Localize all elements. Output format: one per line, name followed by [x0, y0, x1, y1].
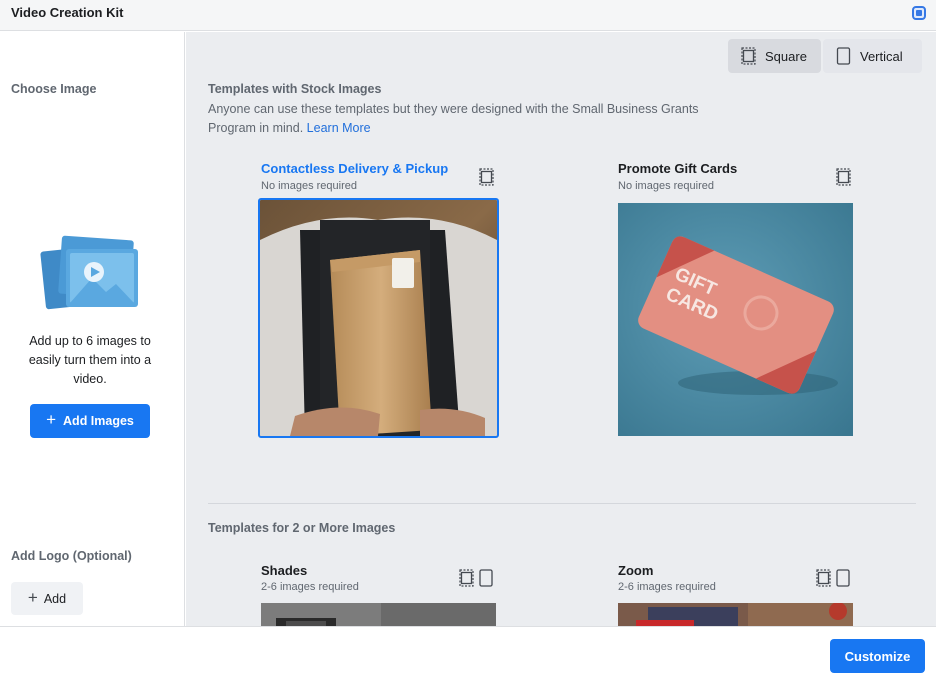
add-logo-button-label: Add	[43, 591, 67, 606]
window-title: Video Creation Kit	[11, 5, 124, 20]
customize-button[interactable]: Customize	[830, 639, 925, 673]
stock-templates-heading: Templates with Stock Images	[208, 82, 382, 96]
template-subtitle: No images required	[261, 180, 357, 192]
vertical-format-toggle[interactable]: Vertical	[823, 39, 922, 73]
template-title[interactable]: Shades	[261, 563, 307, 578]
zoom-photo	[618, 603, 853, 626]
template-title[interactable]: Contactless Delivery & Pickup	[261, 161, 448, 176]
plus-icon: +	[46, 410, 57, 429]
template-subtitle: No images required	[618, 180, 714, 192]
format-icons	[816, 569, 850, 587]
square-format-icon	[741, 47, 756, 65]
vertical-format-icon	[836, 569, 850, 587]
template-thumbnail-shades[interactable]	[261, 603, 496, 626]
add-logo-label: Add Logo (Optional)	[11, 549, 132, 563]
add-logo-button[interactable]: + Add	[11, 582, 83, 615]
square-format-icon	[816, 569, 831, 587]
format-icons	[459, 569, 493, 587]
template-thumbnail-zoom[interactable]	[618, 603, 853, 626]
multi-templates-heading: Templates for 2 or More Images	[208, 521, 396, 535]
square-format-icon	[836, 168, 851, 186]
square-format-icon	[479, 168, 494, 186]
plus-icon: +	[27, 587, 38, 607]
template-subtitle: 2-6 images required	[261, 581, 359, 593]
templates-panel: Square Vertical Templates with Stock Ima…	[186, 32, 936, 626]
template-thumbnail-gift-cards[interactable]: GIFT CARD	[618, 203, 853, 436]
sidebar: Choose Image Add up to 6 images to easil…	[0, 32, 185, 626]
vertical-format-icon	[479, 569, 493, 587]
shades-photo	[261, 603, 496, 626]
stock-templates-description: Anyone can use these templates but they …	[208, 100, 748, 138]
add-images-button[interactable]: + Add Images	[30, 404, 150, 438]
template-title[interactable]: Promote Gift Cards	[618, 161, 737, 176]
square-format-icon	[459, 569, 474, 587]
sidebar-help-text: Add up to 6 images to easily turn them i…	[28, 334, 152, 386]
vertical-label: Vertical	[860, 48, 903, 64]
section-divider	[208, 503, 916, 504]
choose-image-label: Choose Image	[11, 82, 97, 96]
square-label: Square	[765, 48, 807, 64]
square-format-toggle[interactable]: Square	[728, 39, 821, 73]
template-subtitle: 2-6 images required	[618, 581, 716, 593]
template-thumbnail-contactless[interactable]	[258, 198, 499, 438]
images-illustration-icon	[40, 235, 138, 310]
description-text: Anyone can use these templates but they …	[208, 102, 699, 135]
learn-more-link[interactable]: Learn More	[307, 121, 371, 135]
vertical-format-icon	[836, 47, 851, 65]
gift-card-photo: GIFT CARD	[618, 203, 853, 436]
add-images-label: Add Images	[63, 414, 134, 428]
template-title[interactable]: Zoom	[618, 563, 653, 578]
window-control-icon[interactable]	[912, 6, 926, 20]
delivery-photo	[260, 200, 497, 436]
title-bar: Video Creation Kit	[0, 0, 936, 31]
footer: Customize	[0, 626, 936, 682]
